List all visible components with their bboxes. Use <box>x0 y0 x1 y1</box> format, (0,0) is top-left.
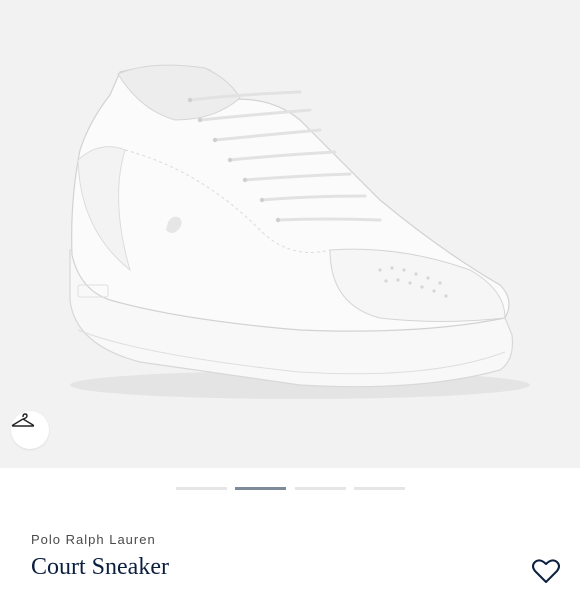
carousel-indicator-2-active[interactable] <box>235 487 287 490</box>
carousel-indicator-4[interactable] <box>353 487 405 490</box>
product-brand: Polo Ralph Lauren <box>31 532 156 547</box>
carousel-indicator-1[interactable] <box>176 487 227 490</box>
try-on-hanger-button[interactable] <box>11 411 49 449</box>
carousel-indicator-3[interactable] <box>294 487 346 490</box>
product-image-sneaker <box>69 64 530 399</box>
carousel-indicators <box>176 487 405 491</box>
heart-icon <box>532 559 560 583</box>
favorite-button[interactable] <box>531 558 561 584</box>
product-image-carousel[interactable] <box>0 0 580 468</box>
hanger-icon <box>11 413 35 427</box>
product-title: Court Sneaker <box>31 554 169 580</box>
